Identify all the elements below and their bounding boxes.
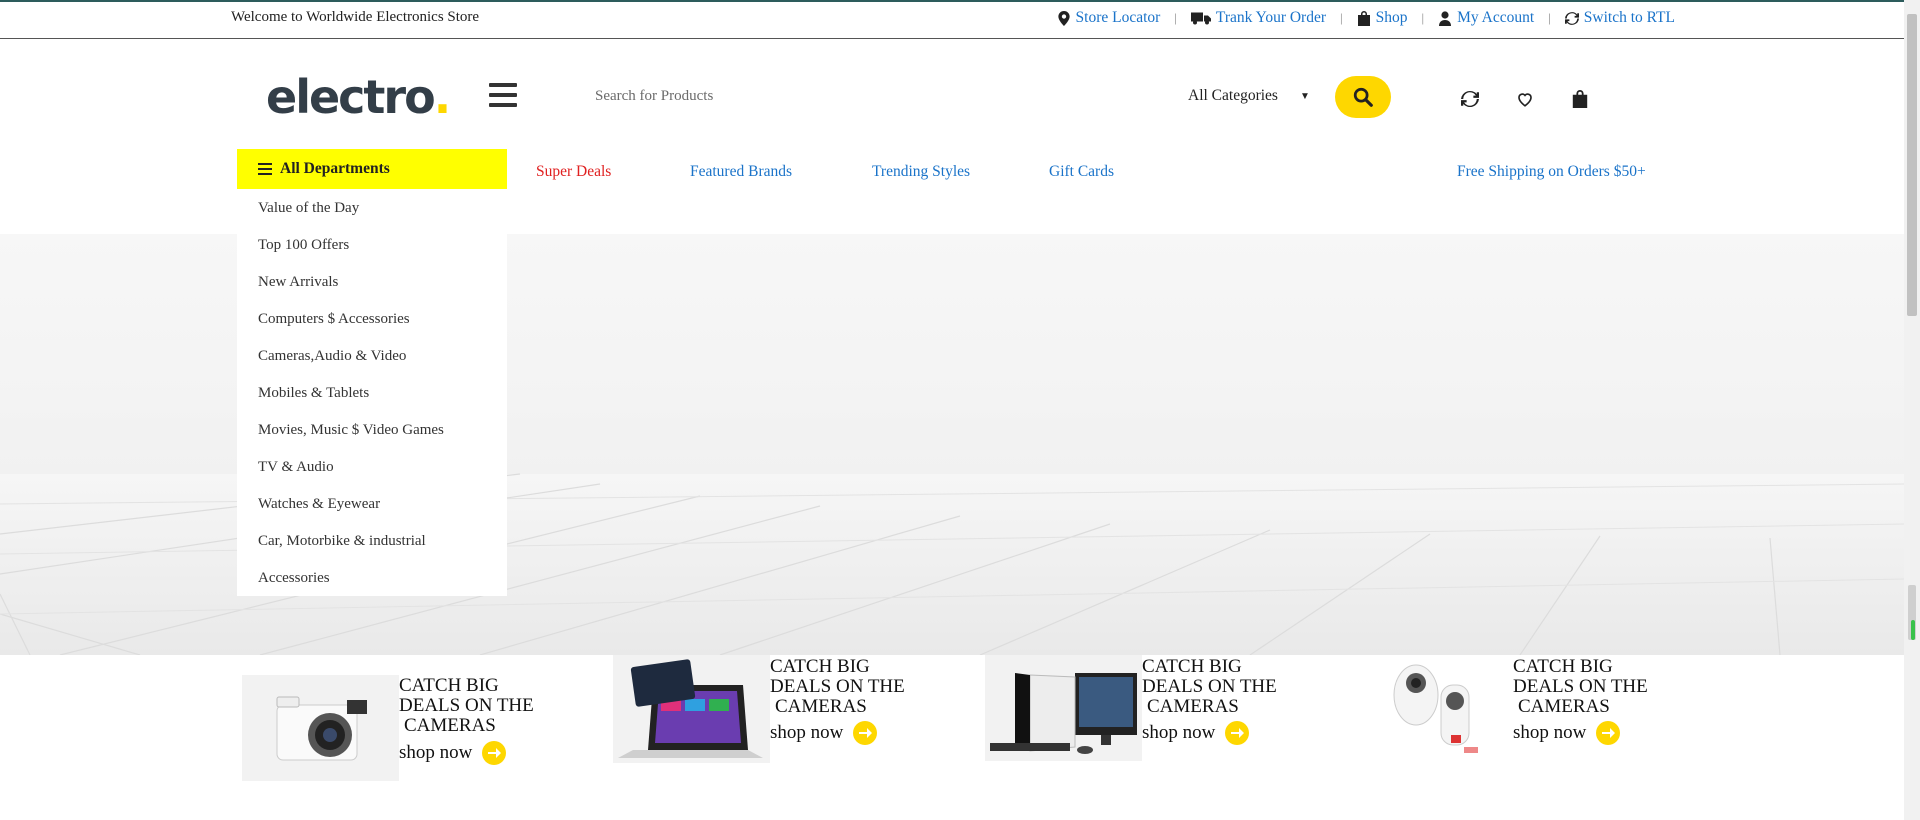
shop-link[interactable]: Shop xyxy=(1357,9,1408,27)
track-order-link[interactable]: Trank Your Order xyxy=(1190,9,1326,27)
nav-super-deals[interactable]: Super Deals xyxy=(536,163,611,181)
department-item[interactable]: Movies, Music $ Video Games xyxy=(237,412,507,449)
promo-title: CATCH BIG xyxy=(1513,656,1613,677)
promo-row: CATCH BIG DEALS ON THE CAMERAS shop now … xyxy=(0,655,1904,820)
top-links: Store Locator | Trank Your Order | Shop … xyxy=(1057,9,1675,27)
shop-now-link[interactable]: shop now xyxy=(1142,721,1250,745)
store-locator-link[interactable]: Store Locator xyxy=(1057,9,1160,27)
separator: | xyxy=(1548,10,1551,25)
nav-gift-cards[interactable]: Gift Cards xyxy=(1049,163,1114,181)
switch-rtl-link[interactable]: Switch to RTL xyxy=(1564,9,1675,27)
cart-icon[interactable] xyxy=(1570,89,1590,109)
menu-toggle-icon[interactable] xyxy=(489,83,517,107)
heart-icon[interactable] xyxy=(1515,89,1535,109)
promo-card[interactable]: CATCH BIG DEALS ON THE CAMERAS shop now xyxy=(613,655,953,805)
vertical-scrollbar[interactable] xyxy=(1904,0,1920,820)
camera-image xyxy=(242,675,399,781)
dropdown-caret-icon: ▼ xyxy=(1299,90,1310,102)
promo-title: DEALS ON THE xyxy=(1142,676,1277,697)
promo-title: CATCH BIG xyxy=(770,656,870,677)
promo-card[interactable]: CATCH BIG DEALS ON THE CAMERAS shop now xyxy=(1356,655,1696,805)
welcome-message: Welcome to Worldwide Electronics Store xyxy=(231,9,480,25)
promo-title: CAMERAS xyxy=(404,715,496,736)
360-camera-image xyxy=(1356,655,1513,765)
scrollbar-thumb[interactable] xyxy=(1907,14,1917,316)
promo-title: CAMERAS xyxy=(1147,696,1239,717)
department-item[interactable]: Cameras,Audio & Video xyxy=(237,338,507,375)
department-item[interactable]: New Arrivals xyxy=(237,264,507,301)
department-item[interactable]: TV & Audio xyxy=(237,449,507,486)
arrow-right-icon xyxy=(853,721,878,745)
promo-card[interactable]: CATCH BIG DEALS ON THE CAMERAS shop now xyxy=(985,655,1325,805)
laptop-tablet-image xyxy=(613,655,770,763)
department-item[interactable]: Value of the Day xyxy=(237,190,507,227)
my-account-link[interactable]: My Account xyxy=(1438,9,1534,27)
promo-title: DEALS ON THE xyxy=(770,676,905,697)
shop-now-link[interactable]: shop now xyxy=(399,741,507,765)
all-departments-button[interactable]: All Departments xyxy=(237,149,507,189)
nav-trending-styles[interactable]: Trending Styles xyxy=(872,163,970,181)
user-icon xyxy=(1439,10,1452,26)
refresh-icon xyxy=(1564,11,1579,25)
department-item[interactable]: Top 100 Offers xyxy=(237,227,507,264)
separator: | xyxy=(1174,10,1177,25)
department-item[interactable]: Computers $ Accessories xyxy=(237,301,507,338)
arrow-right-icon xyxy=(1596,721,1621,745)
category-select[interactable]: All Categories ▼ xyxy=(1188,87,1310,105)
search-input[interactable] xyxy=(595,81,1095,111)
nav-featured-brands[interactable]: Featured Brands xyxy=(690,163,792,181)
department-item[interactable]: Car, Motorbike & industrial xyxy=(237,523,507,560)
truck-icon xyxy=(1190,12,1211,24)
site-logo[interactable]: electro. xyxy=(266,74,451,120)
promo-title: CATCH BIG xyxy=(1142,656,1242,677)
departments-menu: Value of the Day Top 100 Offers New Arri… xyxy=(237,190,507,596)
shop-now-link[interactable]: shop now xyxy=(770,721,878,745)
free-shipping-link[interactable]: Free Shipping on Orders $50+ xyxy=(1457,163,1646,181)
compare-icon[interactable] xyxy=(1460,89,1480,109)
shopping-bag-icon xyxy=(1357,10,1370,26)
promo-title: DEALS ON THE xyxy=(399,695,534,716)
department-item[interactable]: Watches & Eyewear xyxy=(237,486,507,523)
menu-icon xyxy=(258,163,272,175)
promo-title: CAMERAS xyxy=(1518,696,1610,717)
map-pin-icon xyxy=(1057,10,1070,26)
search-icon xyxy=(1353,87,1373,107)
shop-now-link[interactable]: shop now xyxy=(1513,721,1621,745)
separator: | xyxy=(1340,10,1343,25)
department-item[interactable]: Accessories xyxy=(237,560,507,597)
arrow-right-icon xyxy=(482,741,507,765)
separator: | xyxy=(1421,10,1425,25)
search-button[interactable] xyxy=(1335,76,1391,118)
scroll-indicator-active xyxy=(1911,620,1915,640)
promo-title: CAMERAS xyxy=(775,696,867,717)
promo-card[interactable]: CATCH BIG DEALS ON THE CAMERAS shop now xyxy=(242,655,582,805)
promo-title: DEALS ON THE xyxy=(1513,676,1648,697)
arrow-right-icon xyxy=(1225,721,1250,745)
department-item[interactable]: Mobiles & Tablets xyxy=(237,375,507,412)
desktop-pc-image xyxy=(985,655,1142,761)
promo-title: CATCH BIG xyxy=(399,675,499,696)
top-bar: Welcome to Worldwide Electronics Store S… xyxy=(0,2,1904,39)
